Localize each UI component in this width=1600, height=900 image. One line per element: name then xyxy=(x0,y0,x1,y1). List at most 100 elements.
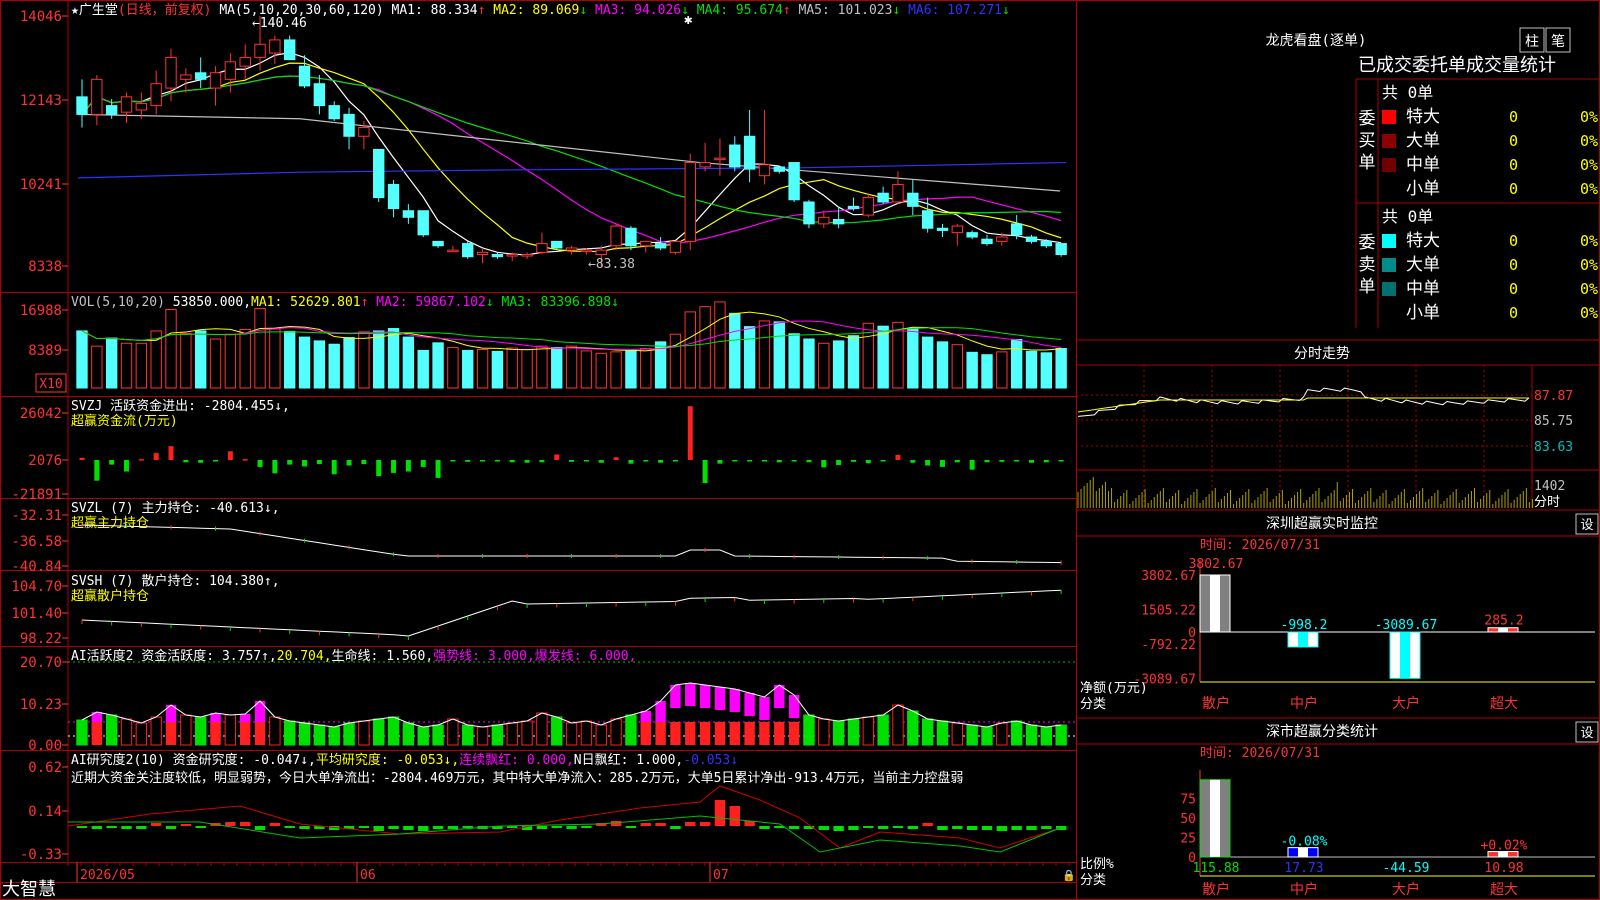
candle-body xyxy=(373,148,385,199)
candle-body xyxy=(76,96,88,115)
ai1-bar-base xyxy=(640,722,651,745)
ai1-bar xyxy=(832,720,845,746)
volume-bar xyxy=(536,345,548,389)
ai-research-panel[interactable]: 0.62 0.14 -0.33 AI研究度2(10) 资金研究度: -0.047↓,平… xyxy=(20,752,1067,863)
row-pct: 0% xyxy=(1580,256,1598,274)
volume-bar xyxy=(358,331,370,389)
monitor-category: 散户 xyxy=(1202,695,1230,712)
ai2-bar xyxy=(581,826,592,828)
stats-y-tick: 25 xyxy=(1180,832,1196,847)
volume-bar xyxy=(758,320,771,389)
candle-body xyxy=(951,225,964,234)
ai1-bar-base xyxy=(685,722,696,745)
ai2-bar xyxy=(937,826,948,830)
dragon-subtitle: 已成交委托单成交量统计 xyxy=(1358,55,1556,76)
ai2-bar xyxy=(225,822,236,826)
svzj-bar xyxy=(1014,460,1020,462)
row-name: 特大 xyxy=(1406,107,1440,127)
volume-bar xyxy=(432,342,444,389)
svzj-bar xyxy=(124,460,130,472)
candle-body xyxy=(1025,236,1038,242)
ai2-bar xyxy=(269,823,281,826)
ai2-bar xyxy=(952,826,963,829)
ai2-bar xyxy=(1026,826,1037,830)
row-name: 小单 xyxy=(1406,179,1440,199)
svzj-bar xyxy=(405,460,411,472)
candle-body xyxy=(610,225,622,247)
ai1-bar xyxy=(194,716,207,746)
ai1-bar xyxy=(476,726,489,746)
monitor-value-label: 285.2 xyxy=(1484,614,1523,629)
candle-body xyxy=(254,43,266,58)
legend-swatch xyxy=(1382,258,1396,272)
volume-bar xyxy=(580,350,593,389)
svsh-y-tick: 98.22 xyxy=(20,631,62,647)
candle-body xyxy=(1010,223,1023,236)
intraday-y-tick: 87.87 xyxy=(1534,389,1573,404)
candle-body xyxy=(743,135,756,170)
candle-body xyxy=(328,105,340,120)
svzj-bar xyxy=(465,460,471,462)
svsh-subtitle: 超赢散户持仓 xyxy=(71,588,149,604)
ai2-bar xyxy=(833,826,844,831)
ai-activity-panel[interactable]: 20.7010.230.00AI活跃度2 资金活跃度: 3.757↑,20.70… xyxy=(20,648,1076,754)
monitor-category: 中户 xyxy=(1290,695,1318,712)
stats-axis-cat: 分类 xyxy=(1080,873,1106,888)
stats-category: 大户 xyxy=(1392,881,1420,898)
svzl-panel[interactable]: -32.31 -36.58 -40.84 SVZL (7) 主力持仓: -40.613… xyxy=(11,501,1062,575)
dragon-tiger-panel: 龙虎看盘(逐单) 柱笔已成交委托单成交量统计委买单共 0单特大 0 0%大单 0 0%中单… xyxy=(1076,27,1600,341)
ai1-y-tick: 0.00 xyxy=(28,738,62,754)
intraday-panel[interactable]: 分时走势 87.87 85.75 83.63 1402分时 xyxy=(1076,346,1600,510)
svzj-bar xyxy=(109,460,115,465)
candle-body xyxy=(966,232,978,238)
ai1-bar xyxy=(966,724,978,746)
candle-body xyxy=(462,243,474,258)
candle-body xyxy=(729,144,741,168)
volume-bar xyxy=(224,333,237,389)
svzj-y-tick: 2076 xyxy=(28,453,62,469)
ai2-bar xyxy=(1041,826,1052,829)
svzj-bar xyxy=(138,459,144,461)
date-label: 06 xyxy=(360,868,376,883)
volume-bar xyxy=(506,347,518,389)
price-panel[interactable]: 14046 12143 10241 8338 ★广生堂(日线，前复权) MA(5,10,… xyxy=(20,2,1067,275)
volume-bar xyxy=(135,342,148,389)
ai1-bar-base xyxy=(670,722,681,745)
ai2-header: AI研究度2(10) 资金研究度: -0.047↓,平均研究度: -0.053↓… xyxy=(71,752,738,768)
side-total: 共 0单 xyxy=(1382,83,1433,102)
candle-body xyxy=(921,210,934,229)
ai2-bar xyxy=(892,826,904,828)
ai1-bar xyxy=(877,714,889,746)
stats-y-tick: 75 xyxy=(1180,793,1196,808)
candle-body xyxy=(580,249,593,253)
candle-body xyxy=(521,254,533,257)
monitor-category: 大户 xyxy=(1392,695,1420,712)
svzj-bar xyxy=(168,446,174,460)
mode-button-label: 笔 xyxy=(1551,34,1565,50)
row-count: 0 xyxy=(1509,108,1518,126)
svzj-bar xyxy=(183,460,189,463)
volume-bar xyxy=(447,347,459,389)
ai1-bar xyxy=(936,720,949,746)
monitor-axis-cat: 分类 xyxy=(1080,697,1106,712)
ai1-bar xyxy=(358,720,370,746)
svsh-panel[interactable]: 104.70 101.40 98.22 SVSH (7) 散户持仓: 104.380↑… xyxy=(11,573,1062,647)
ai2-bar xyxy=(551,826,562,828)
side-label-char: 卖 xyxy=(1359,255,1376,275)
candle-body xyxy=(476,251,489,256)
svzj-bar xyxy=(806,460,812,463)
legend-swatch xyxy=(1382,306,1396,320)
ai1-bar xyxy=(536,712,548,746)
svzj-y-tick: -21891 xyxy=(11,487,62,503)
candle-body xyxy=(491,254,504,258)
svzj-panel[interactable]: 26042 2076 -21891 SVZJ 活跃资金进出: -2804.455↓,超… xyxy=(11,398,1064,503)
volume-bar xyxy=(1040,352,1053,389)
volume-panel[interactable]: 16988 8389 X10 VOL(5,10,20) 53850.000,MA1: … xyxy=(20,295,1067,393)
svzj-bar xyxy=(672,460,678,462)
dragon-title: 龙虎看盘(逐单) xyxy=(1266,32,1367,49)
volume-bar xyxy=(209,338,222,389)
ai2-bar xyxy=(358,826,370,828)
ai2-bar xyxy=(240,822,251,826)
ai2-bar xyxy=(640,823,651,826)
ai1-bar xyxy=(625,714,637,746)
